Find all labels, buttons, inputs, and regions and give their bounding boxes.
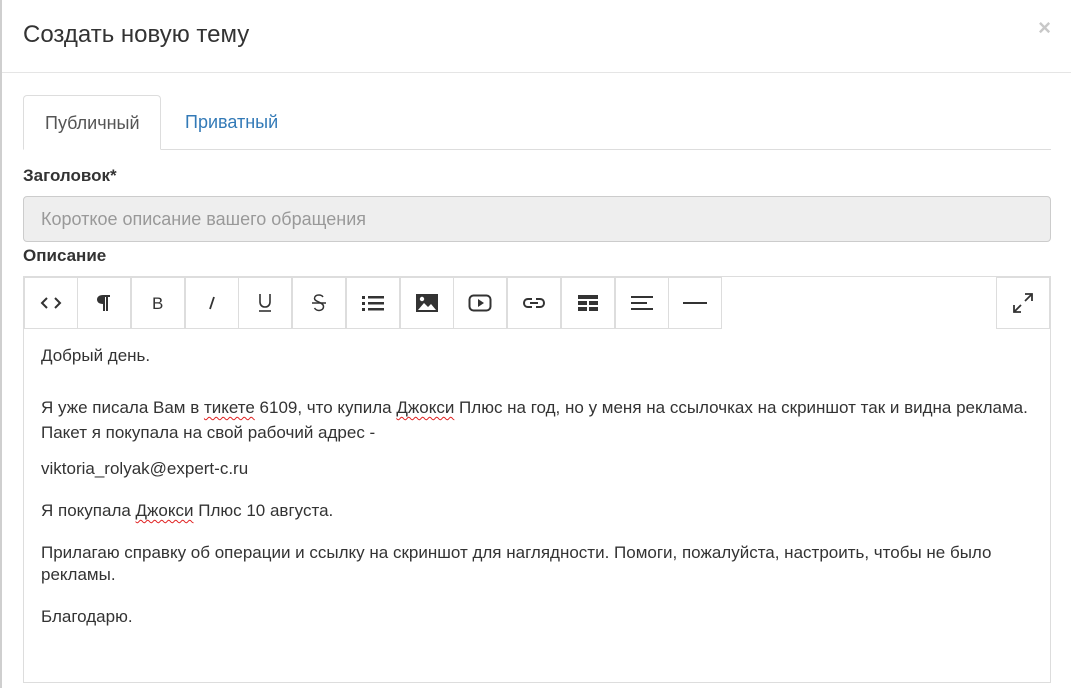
- strikethrough-button[interactable]: [292, 277, 346, 329]
- text-email: viktoria_rolyak@expert-c.ru: [41, 459, 249, 478]
- description-label: Описание: [23, 246, 107, 265]
- image-button[interactable]: [400, 277, 454, 329]
- editor-toolbar: B: [24, 277, 1050, 330]
- create-topic-modal: Создать новую тему × Публичный Приватный…: [0, 0, 1071, 688]
- spellcheck-word: Джокси: [396, 398, 455, 417]
- bold-button[interactable]: B: [131, 277, 185, 329]
- text-fragment: Я покупала: [41, 501, 136, 520]
- italic-button[interactable]: [185, 277, 239, 329]
- table-button[interactable]: [561, 277, 615, 329]
- text-paragraph-4: Прилагаю справку об операции и ссылку на…: [41, 543, 992, 584]
- video-button[interactable]: [453, 277, 507, 329]
- visibility-tabs: Публичный Приватный: [23, 95, 1051, 150]
- table-icon: [578, 295, 598, 311]
- text-thanks: Благодарю.: [41, 607, 133, 626]
- link-icon: [522, 298, 546, 308]
- strikethrough-icon: [312, 294, 326, 312]
- horizontal-rule-button[interactable]: [668, 277, 722, 329]
- title-label: Заголовок*: [23, 166, 117, 185]
- italic-icon: [209, 296, 215, 310]
- tab-public[interactable]: Публичный: [23, 95, 161, 150]
- title-input[interactable]: [23, 196, 1051, 242]
- link-button[interactable]: [507, 277, 561, 329]
- underline-icon: [259, 294, 271, 312]
- code-view-icon: [40, 297, 62, 309]
- modal-title: Создать новую тему: [23, 21, 250, 48]
- code-view-button[interactable]: [24, 277, 78, 329]
- text-fragment: Плюс 10 августа.: [193, 501, 334, 520]
- spellcheck-word: тикете: [203, 398, 255, 417]
- tab-private[interactable]: Приватный: [164, 95, 299, 150]
- unordered-list-button[interactable]: [346, 277, 400, 329]
- editor-content-area[interactable]: Добрый день. Я уже писала Вам в тикете 6…: [41, 345, 1031, 628]
- modal-header: Создать новую тему ×: [2, 0, 1071, 73]
- svg-text:B: B: [152, 295, 163, 311]
- text-paragraph-3: Я покупала Джокси Плюс 10 августа.: [41, 500, 1031, 522]
- fullscreen-icon: [1013, 293, 1033, 313]
- spellcheck-word: Джокси: [135, 501, 194, 520]
- video-icon: [468, 294, 492, 312]
- align-button[interactable]: [615, 277, 669, 329]
- unordered-list-icon: [362, 296, 384, 311]
- paragraph-icon: [97, 295, 110, 311]
- text-paragraph-1: Я уже писала Вам в тикете 6109, что купи…: [41, 395, 1031, 445]
- paragraph-button[interactable]: [77, 277, 131, 329]
- description-editor: B Добрый день. Я уже писала Вам в тикете…: [23, 276, 1051, 683]
- text-greeting: Добрый день.: [41, 346, 151, 365]
- image-icon: [416, 294, 438, 312]
- text-fragment: 6109, что купила: [254, 398, 397, 417]
- underline-button[interactable]: [238, 277, 292, 329]
- horizontal-rule-icon: [683, 302, 707, 304]
- align-icon: [631, 296, 653, 310]
- text-fragment: Я уже писала Вам в: [41, 398, 204, 417]
- fullscreen-button[interactable]: [996, 277, 1050, 329]
- bold-icon: B: [152, 295, 163, 311]
- close-icon[interactable]: ×: [1038, 14, 1051, 42]
